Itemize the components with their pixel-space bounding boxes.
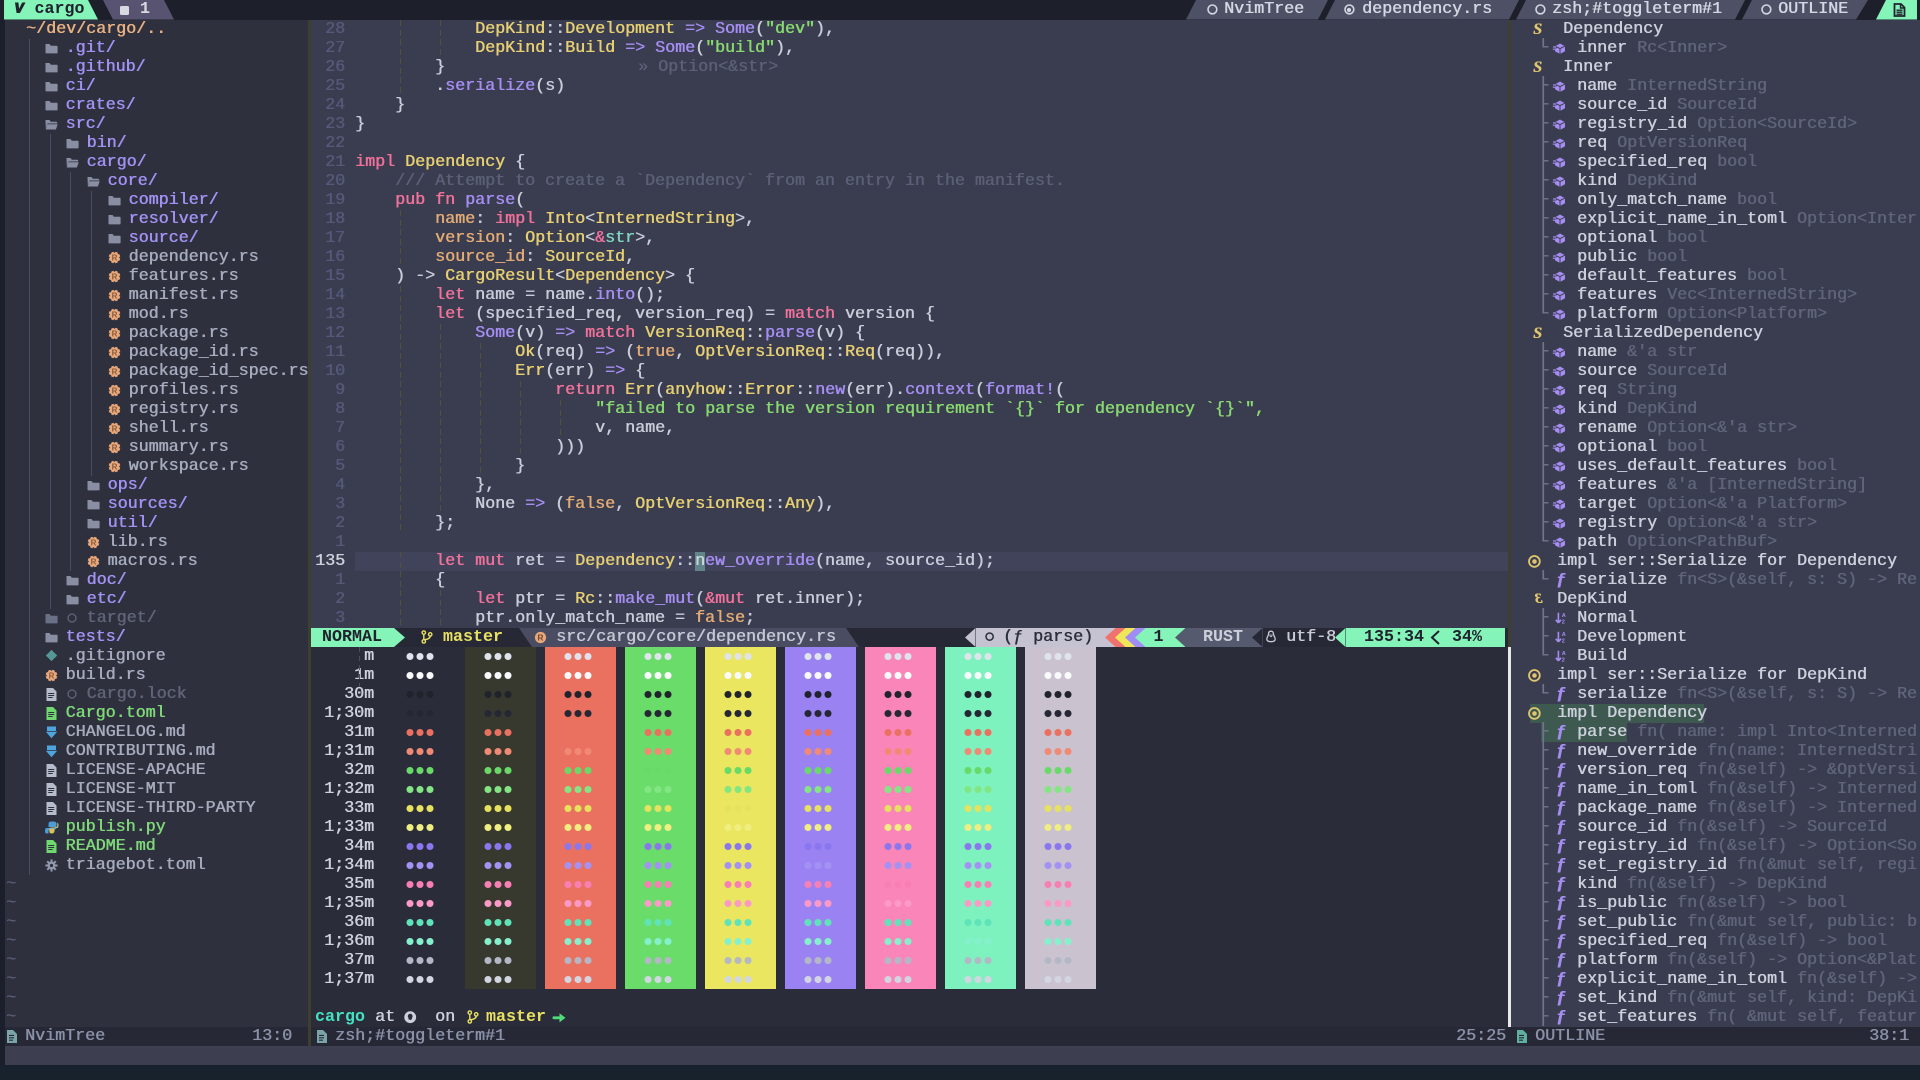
- svg-text:2: 2: [1562, 620, 1565, 626]
- svg-text:A: A: [1562, 651, 1566, 657]
- svg-text:A: A: [1562, 613, 1566, 619]
- svg-text:R: R: [111, 405, 117, 414]
- svg-text:R: R: [111, 462, 117, 471]
- svg-text:R: R: [111, 348, 117, 357]
- svg-text:R: R: [48, 671, 54, 680]
- svg-text:R: R: [111, 310, 117, 319]
- svg-text:R: R: [90, 538, 96, 547]
- svg-text:R: R: [111, 291, 117, 300]
- svg-text:R: R: [111, 253, 117, 262]
- svg-text:R: R: [90, 557, 96, 566]
- svg-text:R: R: [111, 424, 117, 433]
- svg-text:R: R: [111, 443, 117, 452]
- svg-text:R: R: [537, 632, 543, 642]
- svg-text:R: R: [111, 386, 117, 395]
- svg-text:R: R: [111, 272, 117, 281]
- svg-text:R: R: [111, 329, 117, 338]
- svg-text:R: R: [111, 367, 117, 376]
- svg-text:2: 2: [1562, 639, 1565, 645]
- svg-text:2: 2: [1562, 658, 1565, 664]
- svg-text:A: A: [1562, 632, 1566, 638]
